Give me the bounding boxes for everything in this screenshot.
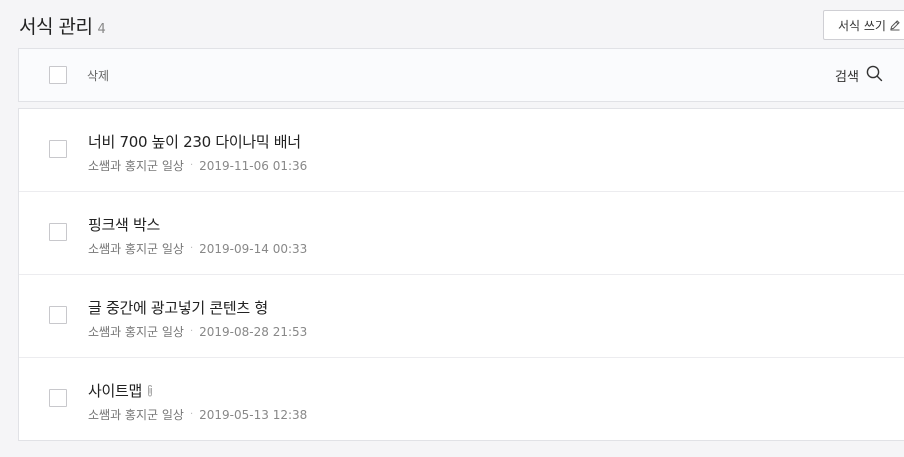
item-author: 소쌤과 홍지군 일상 — [88, 408, 184, 422]
item-meta: 소쌤과 홍지군 일상 · 2019-05-13 12:38 — [88, 406, 307, 423]
item-title: 핑크색 박스 — [88, 216, 160, 234]
item-author: 소쌤과 홍지군 일상 — [88, 159, 184, 173]
item-author: 소쌤과 홍지군 일상 — [88, 325, 184, 339]
item-title-link[interactable]: 사이트맵 — [88, 380, 154, 401]
item-title-link[interactable]: 너비 700 높이 230 다이나믹 배너 — [88, 131, 301, 152]
item-title-link[interactable]: 핑크색 박스 — [88, 214, 160, 235]
item-meta: 소쌤과 홍지군 일상 · 2019-08-28 21:53 — [88, 323, 307, 340]
delete-button[interactable]: 삭제 — [87, 67, 109, 84]
list-item: 사이트맵 소쌤과 홍지군 일상 · 2019-05-13 12:38 — [19, 358, 904, 441]
page-header: 서식 관리 4 — [19, 12, 106, 39]
item-checkbox[interactable] — [49, 140, 67, 158]
meta-separator: · — [189, 409, 194, 420]
item-date: 2019-08-28 21:53 — [199, 324, 308, 339]
item-checkbox[interactable] — [49, 223, 67, 241]
item-title-link[interactable]: 글 중간에 광고넣기 콘텐츠 형 — [88, 297, 268, 318]
item-date: 2019-05-13 12:38 — [199, 407, 308, 422]
list-item: 너비 700 높이 230 다이나믹 배너 소쌤과 홍지군 일상 · 2019-… — [19, 109, 904, 192]
item-title: 너비 700 높이 230 다이나믹 배너 — [88, 133, 301, 151]
item-checkbox[interactable] — [49, 306, 67, 324]
search-button[interactable]: 검색 — [835, 65, 883, 86]
item-author: 소쌤과 홍지군 일상 — [88, 242, 184, 256]
item-title: 사이트맵 — [88, 382, 143, 400]
list-item: 핑크색 박스 소쌤과 홍지군 일상 · 2019-09-14 00:33 — [19, 192, 904, 275]
item-title: 글 중간에 광고넣기 콘텐츠 형 — [88, 299, 268, 317]
search-label: 검색 — [835, 70, 859, 85]
write-template-button[interactable]: 서식 쓰기 — [823, 10, 904, 40]
meta-separator: · — [189, 243, 194, 254]
page: 서식 관리 4 서식 쓰기 삭제 검색 너비 700 높이 230 다이나믹 배… — [0, 0, 904, 457]
pencil-icon — [889, 19, 901, 31]
list-item: 글 중간에 광고넣기 콘텐츠 형 소쌤과 홍지군 일상 · 2019-08-28… — [19, 275, 904, 358]
write-template-label: 서식 쓰기 — [838, 18, 886, 33]
select-all-checkbox[interactable] — [49, 66, 67, 84]
search-icon — [859, 65, 883, 86]
list-toolbar: 삭제 검색 — [18, 48, 904, 102]
item-count: 4 — [97, 22, 106, 37]
item-checkbox[interactable] — [49, 389, 67, 407]
paperclip-icon — [146, 384, 154, 398]
item-date: 2019-09-14 00:33 — [199, 241, 308, 256]
meta-separator: · — [189, 326, 194, 337]
template-list: 너비 700 높이 230 다이나믹 배너 소쌤과 홍지군 일상 · 2019-… — [18, 108, 904, 441]
meta-separator: · — [189, 160, 194, 171]
item-date: 2019-11-06 01:36 — [199, 158, 308, 173]
page-title: 서식 관리 — [19, 16, 93, 38]
item-meta: 소쌤과 홍지군 일상 · 2019-09-14 00:33 — [88, 240, 307, 257]
item-meta: 소쌤과 홍지군 일상 · 2019-11-06 01:36 — [88, 157, 307, 174]
